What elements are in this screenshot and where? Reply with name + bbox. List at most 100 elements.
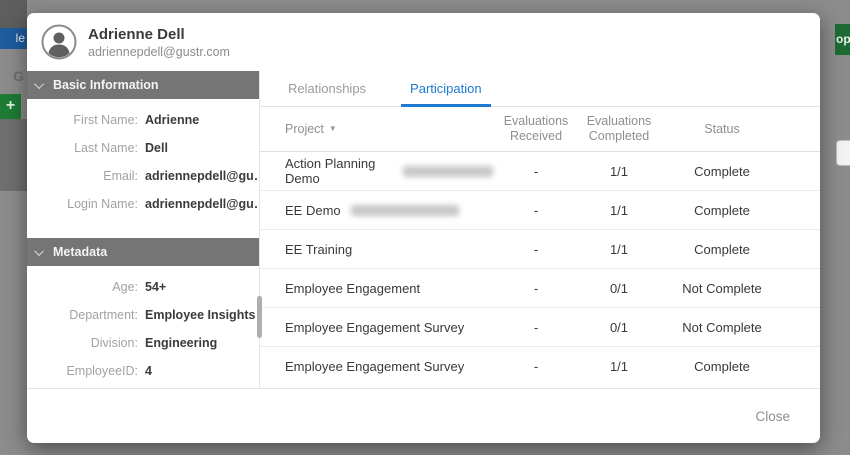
background-right-button-fragment: op <box>835 24 850 55</box>
project-name: EE Demo <box>285 203 341 218</box>
background-nav-button-fragment: le <box>0 28 27 49</box>
evaluations-received-cell: - <box>493 203 579 218</box>
redacted-text <box>351 205 459 216</box>
tab-relationships[interactable]: Relationships <box>285 71 369 106</box>
background-field-fragment <box>836 140 850 166</box>
column-header-label: Evaluations Received <box>504 114 569 143</box>
field-label: Login Name: <box>27 197 145 211</box>
column-header-label: Evaluations Completed <box>587 114 652 143</box>
field-value: Dell <box>145 141 168 155</box>
project-name: Action Planning Demo <box>285 156 393 186</box>
profile-field: Last Name:Dell <box>27 141 259 169</box>
profile-field: Age:54+ <box>27 280 259 308</box>
participation-panel: Relationships Participation Project ▼ Evalu… <box>260 71 820 388</box>
profile-field: EmployeeID:4 <box>27 364 259 392</box>
section-title: Metadata <box>53 245 107 259</box>
column-header-label: Status <box>704 122 739 136</box>
column-header-status[interactable]: Status <box>659 122 785 137</box>
section-header-metadata[interactable]: Metadata <box>27 238 259 266</box>
project-cell: Action Planning Demo <box>285 156 493 186</box>
status-cell: Not Complete <box>659 320 785 335</box>
evaluations-received-cell: - <box>493 281 579 296</box>
status-cell: Complete <box>659 203 785 218</box>
field-value: 54+ <box>145 280 166 294</box>
profile-field: Login Name:adriennepdell@gu… <box>27 197 259 225</box>
tab-bar: Relationships Participation <box>260 71 820 107</box>
evaluations-completed-cell: 1/1 <box>579 203 659 218</box>
status-cell: Complete <box>659 359 785 374</box>
profile-sidebar: Basic InformationFirst Name:AdrienneLast… <box>27 71 260 388</box>
field-value: Adrienne <box>145 113 199 127</box>
table-header-row: Project ▼ Evaluations Received Evaluations … <box>260 107 820 152</box>
column-header-evaluations-completed[interactable]: Evaluations Completed <box>579 114 659 144</box>
background-logo-letter: G <box>0 66 24 86</box>
table-row[interactable]: EE Demo -1/1Complete <box>260 191 820 230</box>
redacted-text <box>403 166 493 177</box>
modal-body: Basic InformationFirst Name:AdrienneLast… <box>27 71 820 388</box>
evaluations-received-cell: - <box>493 359 579 374</box>
table-row[interactable]: Employee Engagement Survey -0/1Not Comple… <box>260 308 820 347</box>
evaluations-completed-cell: 1/1 <box>579 359 659 374</box>
table-row[interactable]: Employee Engagement -0/1Not Complete <box>260 269 820 308</box>
section-title: Basic Information <box>53 78 159 92</box>
field-label: Department: <box>27 308 145 322</box>
column-header-label: Project <box>285 122 324 137</box>
evaluations-received-cell: - <box>493 320 579 335</box>
field-value: Employee Insights <box>145 308 255 322</box>
field-label: Age: <box>27 280 145 294</box>
sidebar-scrollbar[interactable] <box>257 296 262 338</box>
profile-field: Email:adriennepdell@gu… <box>27 169 259 197</box>
field-value: adriennepdell@gu… <box>145 169 259 183</box>
section-fields-metadata: Age:54+Department:Employee InsightsDivis… <box>27 266 259 405</box>
section-header-basic-information[interactable]: Basic Information <box>27 71 259 99</box>
tab-participation[interactable]: Participation <box>407 71 485 106</box>
evaluations-received-cell: - <box>493 242 579 257</box>
table-row[interactable]: Employee Engagement Survey -1/1Complete <box>260 347 820 386</box>
user-identity: Adrienne Dell adriennepdell@gustr.com <box>88 25 230 60</box>
column-header-evaluations-received[interactable]: Evaluations Received <box>493 114 579 144</box>
status-cell: Not Complete <box>659 281 785 296</box>
field-label: EmployeeID: <box>27 364 145 378</box>
project-name: Employee Engagement Survey <box>285 359 464 374</box>
background-dark-corner <box>0 0 27 28</box>
modal-header: Adrienne Dell adriennepdell@gustr.com <box>27 13 820 71</box>
evaluations-completed-cell: 1/1 <box>579 164 659 179</box>
column-header-project[interactable]: Project ▼ <box>285 122 493 137</box>
chevron-down-icon <box>34 246 44 256</box>
evaluations-completed-cell: 0/1 <box>579 281 659 296</box>
participation-table: Project ▼ Evaluations Received Evaluations … <box>260 107 820 388</box>
field-value: adriennepdell@gu… <box>145 197 259 211</box>
evaluations-received-cell: - <box>493 164 579 179</box>
chevron-down-icon <box>34 79 44 89</box>
table-row[interactable]: Action Planning Demo -1/1Complete <box>260 152 820 191</box>
project-cell: EE Demo <box>285 203 493 218</box>
profile-field: Division:Engineering <box>27 336 259 364</box>
field-label: Division: <box>27 336 145 350</box>
project-cell: Employee Engagement Survey <box>285 359 493 374</box>
project-name: Employee Engagement <box>285 281 420 296</box>
user-name: Adrienne Dell <box>88 25 230 44</box>
field-label: Last Name: <box>27 141 145 155</box>
background-left-strip <box>0 119 27 191</box>
close-button[interactable]: Close <box>745 403 800 430</box>
evaluations-completed-cell: 0/1 <box>579 320 659 335</box>
field-label: First Name: <box>27 113 145 127</box>
profile-field: First Name:Adrienne <box>27 113 259 141</box>
project-cell: Employee Engagement Survey <box>285 320 493 335</box>
status-cell: Complete <box>659 242 785 257</box>
status-cell: Complete <box>659 164 785 179</box>
project-cell: EE Training <box>285 242 493 257</box>
evaluations-completed-cell: 1/1 <box>579 242 659 257</box>
section-fields-basic-information: First Name:AdrienneLast Name:DellEmail:a… <box>27 99 259 238</box>
user-avatar-icon <box>41 24 77 60</box>
sort-descending-icon: ▼ <box>329 121 337 136</box>
project-name: Employee Engagement Survey <box>285 320 464 335</box>
field-value: Engineering <box>145 336 217 350</box>
field-value: 4 <box>145 364 152 378</box>
project-name: EE Training <box>285 242 352 257</box>
user-email: adriennepdell@gustr.com <box>88 44 230 60</box>
user-profile-modal: Adrienne Dell adriennepdell@gustr.com Ba… <box>27 13 820 443</box>
field-label: Email: <box>27 169 145 183</box>
background-add-button-fragment: + <box>0 94 21 119</box>
table-row[interactable]: EE Training -1/1Complete <box>260 230 820 269</box>
